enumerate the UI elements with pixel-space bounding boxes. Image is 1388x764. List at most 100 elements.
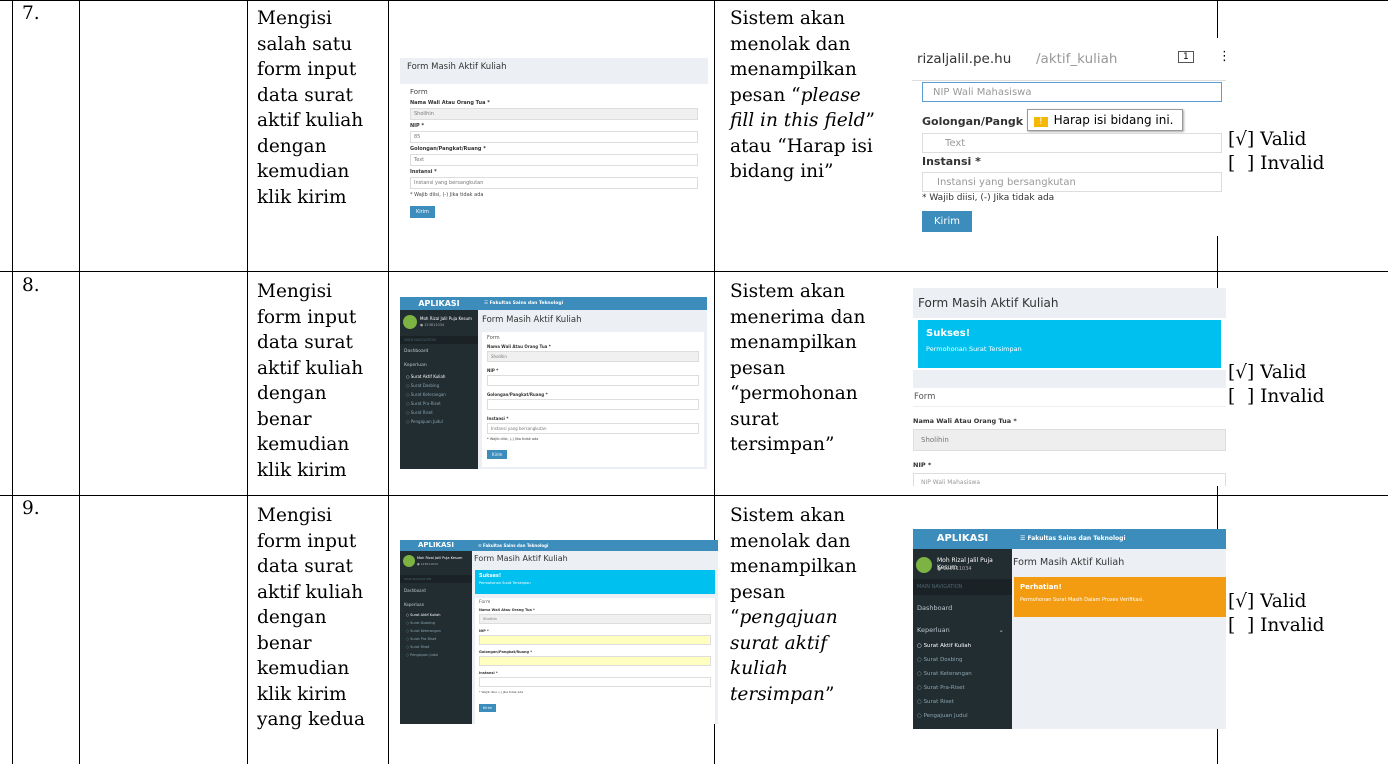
valid-checkbox: [√] Valid <box>1228 591 1307 612</box>
warning-icon: ! <box>1034 117 1048 127</box>
sidebar-item-keterangan[interactable]: ○ Surat Keterangan <box>400 390 478 399</box>
valid-checkbox: [√] Valid <box>1228 362 1307 383</box>
nip-field[interactable]: 85 <box>410 131 698 143</box>
nip-field[interactable] <box>479 635 711 645</box>
success-alert: Sukses! Permohonan Surat Tersimpan <box>475 570 715 594</box>
column-divider <box>247 0 248 764</box>
expected-result: Sistem akan menolak dan menampilkan pesa… <box>730 8 875 182</box>
valid-checkbox: [√] Valid <box>1228 129 1307 150</box>
tooltip-text: Harap isi bidang ini. <box>1053 113 1174 127</box>
instansi-field[interactable]: Instansi yang bersangkutan <box>410 177 698 189</box>
form-label: Form <box>410 88 428 96</box>
sidebar-item-keperluan[interactable]: Keperluan <box>400 598 472 611</box>
sidebar: APLIKASI Moh Rizal Jalil Puja Kesum ● 12… <box>400 540 472 724</box>
kirim-button[interactable]: Kirim <box>922 211 972 232</box>
form-title: Form Masih Aktif Kuliah <box>400 58 708 84</box>
sidebar-item-riset[interactable]: ○ Surat Riset <box>400 643 472 651</box>
expected-result: Sistem akan menerima dan menampilkan pes… <box>730 281 866 455</box>
wali-field[interactable]: Sholihin <box>913 429 1226 451</box>
warning-screenshot: APLIKASI Moh Rizal Jalil Puja Kesum ● 12… <box>913 529 1226 729</box>
user-id: ● 123611034 <box>420 323 445 327</box>
sidebar-item-dashboard[interactable]: Dashboard <box>400 583 472 598</box>
kirim-button[interactable]: Kirim <box>479 704 497 712</box>
top-bar: ☰ Fakultas Sains dan Teknologi <box>478 297 707 310</box>
sidebar-item-keterangan[interactable]: ○ Surat Keterangan <box>400 627 472 635</box>
sidebar-item-aktif[interactable]: ○ Surat Aktif Kuliah <box>400 611 472 619</box>
table-border-top <box>0 0 1388 1</box>
wali-label: Nama Wali Atau Orang Tua * <box>410 100 490 106</box>
nav-label: MAIN NAVIGATION <box>400 336 478 344</box>
sidebar-item-keperluan[interactable]: Keperluan ⌄ <box>913 621 1012 639</box>
wali-field[interactable]: Sholihin <box>487 351 699 362</box>
invalid-checkbox: [ ] Invalid <box>1228 386 1325 407</box>
row-number: 8. <box>22 275 40 296</box>
user-name: Moh Rizal Jalil Puja Kesum <box>420 316 472 321</box>
nip-field[interactable]: NIP Wali Mahasiswa <box>913 473 1226 486</box>
kirim-button[interactable]: Kirim <box>487 450 508 459</box>
tab-count-icon[interactable]: 1 <box>1178 51 1194 63</box>
sidebar-item-dosbing[interactable]: ○ Surat Dosbing <box>400 619 472 627</box>
instansi-field[interactable]: Instansi yang bersangkutan <box>487 423 699 434</box>
dashboard-screenshot: APLIKASI Moh Rizal Jalil Puja Kesum ● 12… <box>400 297 707 469</box>
form-box: Form Nama Wali Atau Orang Tua * Sholihin… <box>475 598 715 724</box>
url-path: /aktif_kuliah <box>1036 51 1118 67</box>
test-step: Mengisi form input data surat aktif kuli… <box>257 505 366 730</box>
instansi-field[interactable] <box>479 677 711 687</box>
row-number: 7. <box>22 3 40 24</box>
success-screenshot: Form Masih Aktif Kuliah Sukses! Permohon… <box>913 288 1226 486</box>
golongan-field[interactable]: Text <box>410 154 698 166</box>
row-divider <box>0 271 1388 272</box>
sidebar-item-prariset[interactable]: ○ Surat Pra-Riset <box>400 399 478 408</box>
wali-field[interactable]: Sholihin <box>410 108 698 120</box>
address-bar[interactable]: rizaljalil.pe.hu /aktif_kuliah 1 ⋮ <box>912 38 1226 81</box>
column-divider <box>12 0 13 764</box>
nip-field[interactable]: NIP Wali Mahasiswa <box>922 82 1222 102</box>
sidebar-item-dosbing[interactable]: ○ Surat Dosbing <box>913 653 1012 667</box>
sidebar-item-aktif[interactable]: ○ Surat Aktif Kuliah <box>913 639 1012 653</box>
invalid-checkbox: [ ] Invalid <box>1228 615 1325 636</box>
menu-icon[interactable]: ⋮ <box>1218 49 1226 64</box>
nip-field[interactable] <box>487 375 699 386</box>
sidebar-item-prariset[interactable]: ○ Surat Pra-Riset <box>913 681 1012 695</box>
url-host: rizaljalil.pe.hu <box>917 51 1012 67</box>
dashboard-screenshot: APLIKASI Moh Rizal Jalil Puja Kesum ● 12… <box>400 540 718 724</box>
sidebar-item-prariset[interactable]: ○ Surat Pra-Riset <box>400 635 472 643</box>
app-name: APLIKASI <box>400 297 478 310</box>
required-note: * Wajib diisi, (-) Jika tidak ada <box>410 192 484 198</box>
row-divider <box>0 495 1388 496</box>
browser-screenshot: rizaljalil.pe.hu /aktif_kuliah 1 ⋮ NIP W… <box>912 38 1226 236</box>
wali-field[interactable]: Sholihin <box>479 614 711 624</box>
required-note: * Wajib diisi, (-) Jika tidak ada <box>922 193 1055 203</box>
sidebar-item-riset[interactable]: ○ Surat Riset <box>913 695 1012 709</box>
instansi-label: Instansi * <box>922 155 981 168</box>
sidebar-item-dashboard[interactable]: Dashboard <box>913 595 1012 621</box>
kirim-button[interactable]: Kirim <box>410 206 435 218</box>
golongan-field[interactable] <box>487 399 699 410</box>
golongan-field[interactable] <box>479 656 711 666</box>
avatar <box>403 315 417 329</box>
instansi-field[interactable]: Instansi yang bersangkutan <box>922 172 1222 192</box>
golongan-label: Golongan/Pangk <box>922 115 1024 128</box>
sidebar-item-keterangan[interactable]: ○ Surat Keterangan <box>913 667 1012 681</box>
sidebar-item-riset[interactable]: ○ Surat Riset <box>400 408 478 417</box>
test-step: Mengisi salah satu form input data surat… <box>257 8 364 208</box>
warning-alert: Perhatian! Permohonan Surat Masih Dalam … <box>1014 577 1226 617</box>
sidebar: APLIKASI Moh Rizal Jalil Puja Kesum ● 12… <box>913 529 1012 729</box>
sidebar-item-dosbing[interactable]: ○ Surat Dosbing <box>400 381 478 390</box>
form-box: Form Nama Wali Atau Orang Tua * Sholihin… <box>482 332 704 467</box>
golongan-field[interactable]: Text <box>922 133 1222 153</box>
test-step: Mengisi form input data surat aktif kuli… <box>257 281 364 481</box>
expected-result: Sistem akan menolak dan menampilkan pesa… <box>730 505 857 705</box>
sidebar-item-judul[interactable]: ○ Pengajuan Judul <box>400 417 478 426</box>
nip-label: NIP * <box>410 123 425 129</box>
column-divider <box>388 0 389 764</box>
top-bar: ☰ Fakultas Sains dan Teknologi <box>472 540 718 551</box>
golongan-label: Golongan/Pangkat/Ruang * <box>410 146 486 152</box>
sidebar-item-aktif[interactable]: ○ Surat Aktif Kuliah <box>400 372 478 381</box>
sidebar-item-dashboard[interactable]: Dashboard <box>400 344 478 359</box>
row-number: 9. <box>22 498 40 519</box>
success-alert: Sukses! Permohonan Surat Tersimpan <box>918 320 1221 368</box>
sidebar-item-judul[interactable]: ○ Pengajuan Judul <box>400 651 472 659</box>
sidebar-item-judul[interactable]: ○ Pengajuan Judul <box>913 709 1012 723</box>
sidebar-item-keperluan[interactable]: Keperluan <box>400 359 478 372</box>
